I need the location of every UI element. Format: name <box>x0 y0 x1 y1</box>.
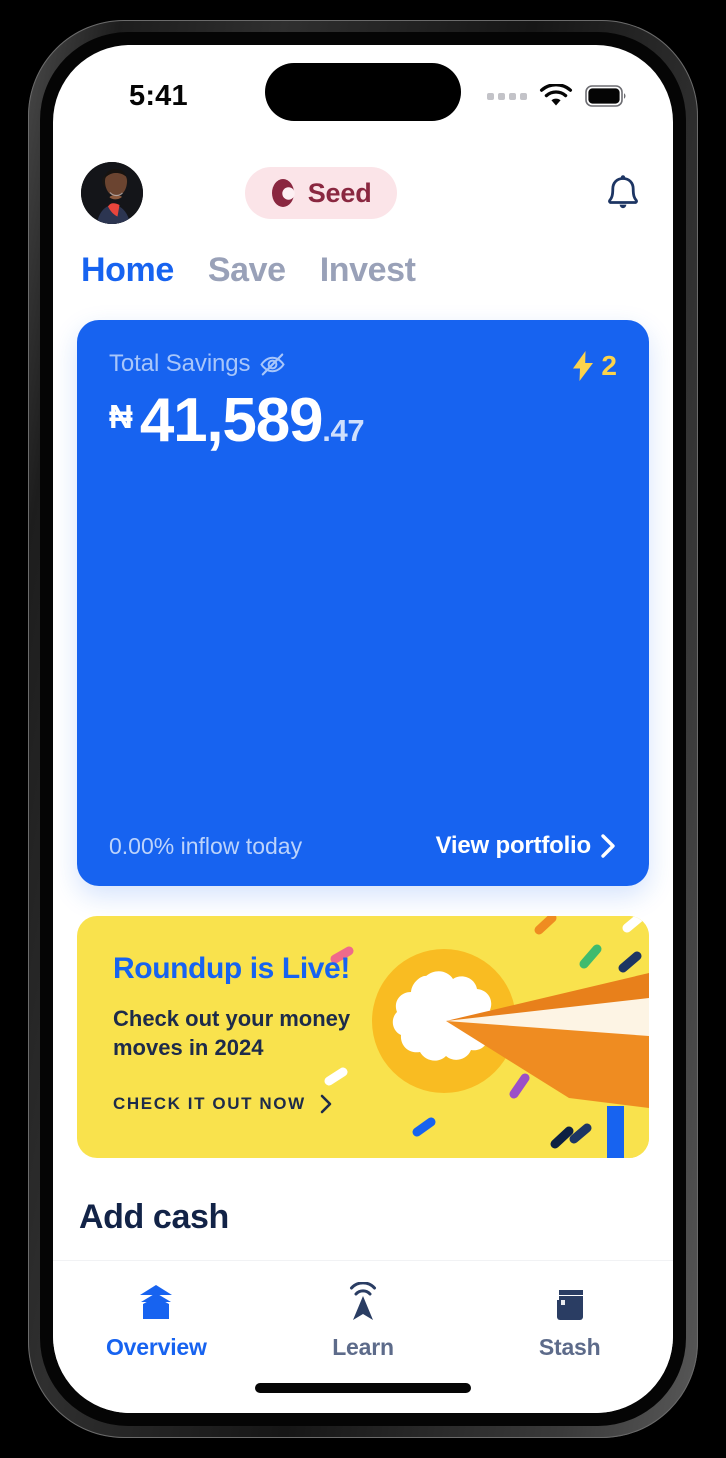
total-savings-label-row: Total Savings <box>109 350 286 378</box>
roundup-cta-label: CHECK IT OUT NOW <box>113 1093 306 1113</box>
nav-label-overview: Overview <box>105 1334 207 1360</box>
nav-item-learn[interactable]: Learn <box>260 1281 467 1361</box>
tab-save[interactable]: Save <box>208 251 286 290</box>
nav-item-stash[interactable]: Stash <box>466 1281 673 1361</box>
wifi-icon <box>539 83 573 105</box>
view-portfolio-button[interactable]: View portfolio <box>436 832 617 860</box>
roundup-banner-card[interactable]: Roundup is Live! Check out your money mo… <box>77 916 649 1158</box>
app-logo-text: Seed <box>307 177 372 208</box>
bell-icon[interactable] <box>601 171 645 215</box>
balance-amount-decimal: .47 <box>322 413 365 448</box>
streak-indicator: 2 <box>570 350 617 382</box>
nav-item-overview[interactable]: Overview <box>53 1281 260 1361</box>
inflow-text: 0.00% inflow today <box>109 832 303 859</box>
app-header: Seed <box>53 141 673 227</box>
screenshot-stage: 5:41 Seed Home Save Invest Total Savings… <box>0 0 726 1458</box>
tab-home[interactable]: Home <box>81 251 174 290</box>
status-bar: 5:41 <box>53 45 673 141</box>
balance-card[interactable]: Total Savings 2 ₦ 41,589 .47 0.00% inflo… <box>77 320 649 886</box>
signal-dots-icon <box>487 92 527 100</box>
roundup-title: Roundup is Live! <box>113 952 350 985</box>
balance-card-bottom: 0.00% inflow today View portfolio <box>109 832 617 860</box>
status-bar-time: 5:41 <box>129 79 188 112</box>
home-indicator[interactable] <box>255 1383 471 1393</box>
nav-label-stash: Stash <box>538 1334 601 1360</box>
battery-icon <box>585 85 626 107</box>
tab-invest[interactable]: Invest <box>320 251 416 290</box>
add-cash-heading: Add cash <box>79 1198 229 1236</box>
status-bar-indicators <box>487 83 627 109</box>
roundup-cta-button[interactable]: CHECK IT OUT NOW <box>113 1093 407 1115</box>
main-content: Total Savings 2 ₦ 41,589 .47 0.00% inflo… <box>53 290 673 1237</box>
app-logo: Seed <box>244 167 398 219</box>
currency-symbol: ₦ <box>109 398 133 435</box>
balance-amount-main: 41,589 <box>139 386 324 455</box>
lightning-bolt-icon <box>573 351 594 381</box>
antenna-signal-icon <box>340 1281 386 1323</box>
primary-tabs: Home Save Invest <box>53 227 673 290</box>
phone-screen: 5:41 Seed Home Save Invest Total Savings… <box>53 45 673 1413</box>
layers-home-icon <box>133 1281 179 1323</box>
view-portfolio-label: View portfolio <box>435 832 592 859</box>
total-savings-label: Total Savings <box>109 350 251 377</box>
roundup-text-block: Roundup is Live! Check out your money mo… <box>77 916 407 1115</box>
balance-card-top: Total Savings 2 <box>109 350 617 382</box>
seed-logo-icon <box>271 179 295 207</box>
avatar[interactable] <box>81 162 143 224</box>
chevron-right-icon <box>320 1094 332 1113</box>
dynamic-island <box>265 63 461 121</box>
nav-label-learn: Learn <box>332 1334 394 1360</box>
roundup-subtitle: Check out your money moves in 2024 <box>113 1006 351 1061</box>
book-stash-icon <box>547 1281 593 1323</box>
chevron-right-icon <box>601 834 615 858</box>
streak-count: 2 <box>601 350 617 381</box>
avatar-photo <box>81 162 143 224</box>
eye-off-icon[interactable] <box>259 351 286 378</box>
balance-amount: ₦ 41,589 .47 <box>109 390 617 452</box>
